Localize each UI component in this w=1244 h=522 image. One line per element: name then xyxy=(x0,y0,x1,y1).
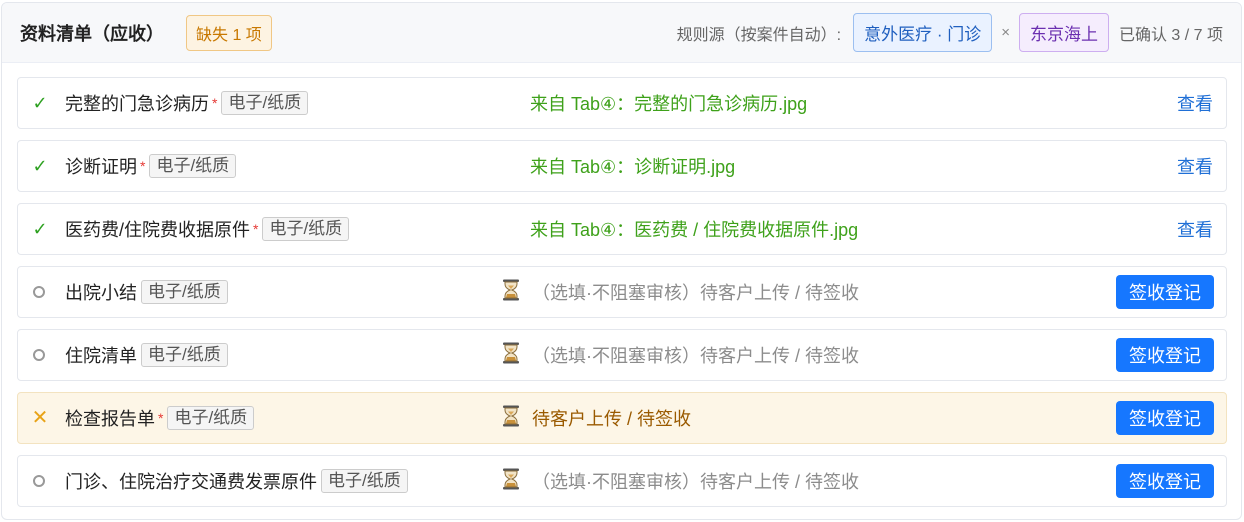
rule-tag-insurer[interactable]: 东京海上 xyxy=(1018,13,1109,52)
document-checklist-panel: 资料清单（应收） 缺失 1 项 规则源（按案件自动）: 意外医疗 · 门诊 × … xyxy=(1,2,1242,520)
item-name: 诊断证明 xyxy=(65,157,137,177)
item-name-block: 医药费/住院费收据原件 * 电子/纸质 xyxy=(65,216,350,242)
format-tag: 电子/纸质 xyxy=(141,280,228,304)
pending-status: （选填·不阻塞审核）待客户上传 / 待签收 xyxy=(502,279,859,306)
format-tag: 电子/纸质 xyxy=(262,217,350,241)
pending-text: （选填·不阻塞审核）待客户上传 / 待签收 xyxy=(532,283,859,303)
item-name: 完整的门急诊病历 xyxy=(65,94,209,114)
format-tag: 电子/纸质 xyxy=(221,91,309,115)
item-name: 门诊、住院治疗交通费发票原件 xyxy=(65,472,317,492)
source-file-link[interactable]: 来自 Tab④：诊断证明.jpg xyxy=(530,153,735,179)
hourglass-icon xyxy=(502,468,532,495)
item-name: 医药费/住院费收据原件 xyxy=(65,220,250,240)
receive-register-button[interactable]: 签收登记 xyxy=(1116,338,1214,372)
checklist-row: ✓ 完整的门急诊病历 * 电子/纸质 来自 Tab④：完整的门急诊病历.jpg 查看 xyxy=(17,77,1227,129)
checklist-row: 门诊、住院治疗交通费发票原件 电子/纸质 （选填·不阻塞审核）待客户上传 / 待签… xyxy=(17,455,1227,507)
rule-source-label: 规则源（按案件自动）: xyxy=(676,26,842,44)
receive-register-button[interactable]: 签收登记 xyxy=(1116,464,1214,498)
checklist-row: ✓ 医药费/住院费收据原件 * 电子/纸质 来自 Tab④：医药费 / 住院费收据原件… xyxy=(17,203,1227,255)
checklist-row: ✓ 诊断证明 * 电子/纸质 来自 Tab④：诊断证明.jpg 查看 xyxy=(17,140,1227,192)
pending-status: 待客户上传 / 待签收 xyxy=(502,405,691,432)
item-name: 检查报告单 xyxy=(65,409,155,429)
required-marker: * xyxy=(253,221,259,237)
view-link[interactable]: 查看 xyxy=(1177,90,1213,116)
close-icon: ✕ xyxy=(31,407,49,429)
item-name: 出院小结 xyxy=(65,283,137,303)
source-file-link[interactable]: 来自 Tab④：完整的门急诊病历.jpg xyxy=(530,90,807,116)
pending-status: （选填·不阻塞审核）待客户上传 / 待签收 xyxy=(502,342,859,369)
hourglass-icon xyxy=(502,405,532,432)
multiply-icon: × xyxy=(1001,24,1010,41)
check-icon: ✓ xyxy=(32,219,48,239)
pending-status: （选填·不阻塞审核）待客户上传 / 待签收 xyxy=(502,468,859,495)
view-link[interactable]: 查看 xyxy=(1177,216,1213,242)
pending-text: （选填·不阻塞审核）待客户上传 / 待签收 xyxy=(532,472,859,492)
source-file-link[interactable]: 来自 Tab④：医药费 / 住院费收据原件.jpg xyxy=(530,216,858,242)
checklist-row: 住院清单 电子/纸质 （选填·不阻塞审核）待客户上传 / 待签收 签收登记 xyxy=(17,329,1227,381)
checklist-row: ✕ 检查报告单 * 电子/纸质 待客户上传 / 待签收 签收登记 xyxy=(17,392,1227,444)
rule-source-group: 规则源（按案件自动）: 意外医疗 · 门诊 × 东京海上 已确认 3 / 7 项 xyxy=(677,13,1223,52)
format-tag: 电子/纸质 xyxy=(167,406,255,430)
checklist-rows: ✓ 完整的门急诊病历 * 电子/纸质 来自 Tab④：完整的门急诊病历.jpg 查看 ✓ … xyxy=(17,77,1227,518)
receive-register-button[interactable]: 签收登记 xyxy=(1116,275,1214,309)
circle-icon xyxy=(33,349,45,361)
format-tag: 电子/纸质 xyxy=(141,343,228,367)
item-name-block: 住院清单 电子/纸质 xyxy=(65,342,228,368)
required-marker: * xyxy=(140,158,146,174)
circle-icon xyxy=(33,475,45,487)
item-name: 住院清单 xyxy=(65,346,137,366)
format-tag: 电子/纸质 xyxy=(149,154,237,178)
hourglass-icon xyxy=(502,279,532,306)
item-name-block: 诊断证明 * 电子/纸质 xyxy=(65,153,237,179)
checklist-title: 资料清单（应收） xyxy=(20,23,164,44)
view-link[interactable]: 查看 xyxy=(1177,153,1213,179)
item-name-block: 检查报告单 * 电子/纸质 xyxy=(65,405,255,431)
pending-text: （选填·不阻塞审核）待客户上传 / 待签收 xyxy=(532,346,859,366)
format-tag: 电子/纸质 xyxy=(321,469,408,493)
required-marker: * xyxy=(158,410,164,426)
item-name-block: 门诊、住院治疗交通费发票原件 电子/纸质 xyxy=(65,468,408,494)
pending-text: 待客户上传 / 待签收 xyxy=(532,409,692,429)
item-name-block: 完整的门急诊病历 * 电子/纸质 xyxy=(65,90,309,116)
hourglass-icon xyxy=(502,342,532,369)
check-icon: ✓ xyxy=(32,93,48,113)
confirmed-count: 已确认 3 / 7 项 xyxy=(1118,26,1223,44)
receive-register-button[interactable]: 签收登记 xyxy=(1116,401,1214,435)
missing-count-badge: 缺失 1 项 xyxy=(186,14,272,51)
check-icon: ✓ xyxy=(32,156,48,176)
required-marker: * xyxy=(212,95,218,111)
item-name-block: 出院小结 电子/纸质 xyxy=(65,279,228,305)
rule-tag-category[interactable]: 意外医疗 · 门诊 xyxy=(853,13,993,52)
circle-icon xyxy=(33,286,45,298)
checklist-header: 资料清单（应收） 缺失 1 项 规则源（按案件自动）: 意外医疗 · 门诊 × … xyxy=(2,3,1241,63)
checklist-row: 出院小结 电子/纸质 （选填·不阻塞审核）待客户上传 / 待签收 签收登记 xyxy=(17,266,1227,318)
